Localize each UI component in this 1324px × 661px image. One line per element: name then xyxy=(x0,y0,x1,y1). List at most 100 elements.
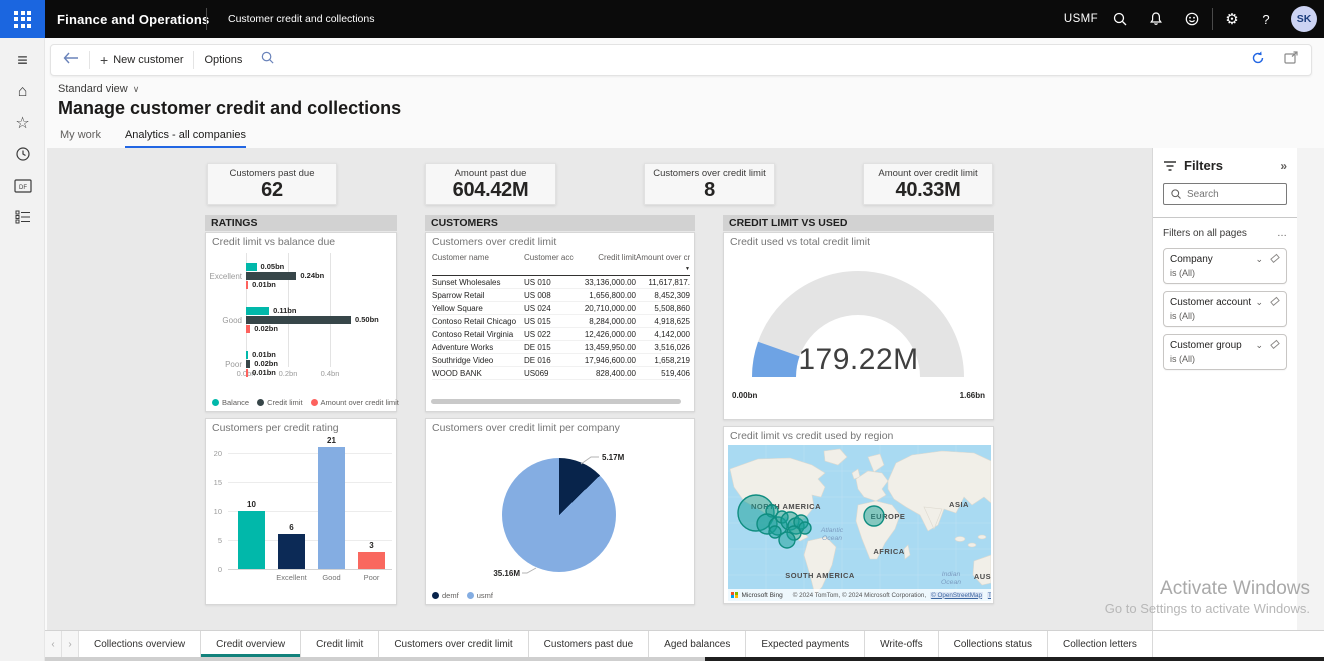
filter-card[interactable]: Company⌄is (All) xyxy=(1163,248,1287,284)
terms-link[interactable]: Terms xyxy=(987,592,991,599)
filter-card[interactable]: Customer group⌄is (All) xyxy=(1163,334,1287,370)
bar-segment[interactable] xyxy=(246,325,250,333)
report-page-tab[interactable]: Credit limit xyxy=(301,631,379,657)
sidebar-item-favorites[interactable]: ☆ xyxy=(0,109,45,137)
legend-label: Credit limit xyxy=(267,398,302,407)
options-button[interactable]: Options xyxy=(204,54,242,66)
column-header[interactable]: Credit limit xyxy=(574,253,636,274)
report-page-tab[interactable]: Credit overview xyxy=(201,631,301,657)
bar-segment[interactable] xyxy=(246,281,248,289)
report-page-tab[interactable]: Collection letters xyxy=(1048,631,1153,657)
section-header-customers: CUSTOMERS xyxy=(425,215,695,231)
report-page-tab[interactable]: Aged balances xyxy=(649,631,746,657)
bar[interactable] xyxy=(238,511,265,569)
tile-customers-per-credit-rating: Customers per credit rating 05101520106E… xyxy=(205,418,397,605)
bar-segment[interactable] xyxy=(246,307,269,315)
map-data-bubble[interactable] xyxy=(779,532,795,548)
bar[interactable] xyxy=(318,447,345,569)
map-data-bubble[interactable] xyxy=(799,522,811,534)
tabs-scroll-left-button[interactable]: ‹ xyxy=(45,631,62,657)
column-header[interactable]: Customer account xyxy=(524,253,574,274)
app-title[interactable]: Finance and Operations xyxy=(57,0,210,38)
chevron-down-icon[interactable]: ⌄ xyxy=(1255,297,1263,308)
sidebar-item-modules[interactable] xyxy=(0,203,45,231)
osm-link[interactable]: © OpenStreetMap xyxy=(930,592,983,599)
filter-card[interactable]: Customer account⌄is (All) xyxy=(1163,291,1287,327)
bar-value-label: 0.50bn xyxy=(355,315,379,324)
column-header[interactable]: Amount over credit limit▼ xyxy=(636,253,690,274)
legend-item[interactable]: Amount over credit limit xyxy=(311,398,399,407)
report-page-tab[interactable]: Expected payments xyxy=(746,631,865,657)
app-launcher-button[interactable] xyxy=(0,0,45,38)
bar-segment[interactable] xyxy=(246,351,248,359)
bar-segment[interactable] xyxy=(246,272,296,280)
table-row[interactable]: Sparrow RetailUS 0081,656,800.008,452,30… xyxy=(432,289,690,302)
notifications-button[interactable] xyxy=(1141,0,1171,38)
settings-button[interactable]: ⚙ xyxy=(1218,0,1246,38)
back-button[interactable] xyxy=(63,51,79,69)
filter-search-box[interactable] xyxy=(1163,183,1287,205)
bar-segment[interactable] xyxy=(246,316,351,324)
table-row[interactable]: Contoso Retail VirginiaUS 02212,426,000.… xyxy=(432,328,690,341)
company-picker[interactable]: USMF xyxy=(1058,0,1104,38)
feedback-button[interactable] xyxy=(1177,0,1207,38)
filter-search-input[interactable] xyxy=(1187,189,1275,200)
legend-dot xyxy=(212,399,219,406)
chevron-down-icon[interactable]: ⌄ xyxy=(1255,340,1263,351)
tab-analytics-all-companies[interactable]: Analytics - all companies xyxy=(125,129,246,148)
table-row[interactable]: Sunset WholesalesUS 01033,136,000.0011,6… xyxy=(432,276,690,289)
gauge-chart[interactable] xyxy=(724,233,993,409)
horizontal-scrollbar-track[interactable] xyxy=(45,657,1324,661)
view-selector[interactable]: Standard view ∨ xyxy=(58,83,139,95)
kpi-label: Amount past due xyxy=(426,168,555,179)
bar[interactable] xyxy=(358,552,385,569)
table-row[interactable]: WOOD BANKUS069828,400.00519,406 xyxy=(432,367,690,380)
more-options-icon[interactable]: … xyxy=(1277,228,1287,239)
star-icon: ☆ xyxy=(15,113,29,133)
refresh-button[interactable] xyxy=(1250,50,1266,71)
chart-legend: demf usmf xyxy=(432,591,493,600)
action-pane-search-button[interactable] xyxy=(260,50,275,70)
column-header[interactable]: Customer name xyxy=(432,253,524,274)
bing-map[interactable]: NORTH AMERICAEUROPEASIAAFRICASOUTH AMERI… xyxy=(728,445,991,601)
hamburger-menu-button[interactable]: ≡ xyxy=(0,46,45,74)
tabs-scroll-right-button[interactable]: › xyxy=(62,631,79,657)
sidebar-item-workspaces[interactable]: DF xyxy=(0,172,45,200)
report-page-tab[interactable]: Customers past due xyxy=(529,631,650,657)
eraser-clear-filter-icon[interactable] xyxy=(1269,339,1280,352)
table-row[interactable]: Southridge VideoDE 01617,946,600.001,658… xyxy=(432,354,690,367)
report-page-tab[interactable]: Collections status xyxy=(939,631,1048,657)
map-data-bubble[interactable] xyxy=(864,506,884,526)
bar[interactable] xyxy=(278,534,305,569)
bar-segment[interactable] xyxy=(246,369,248,377)
legend-item[interactable]: Balance xyxy=(212,398,249,407)
horizontal-scrollbar-thumb[interactable] xyxy=(705,657,1324,661)
horizontal-scrollbar[interactable] xyxy=(431,399,681,404)
collapse-pane-icon[interactable]: » xyxy=(1280,159,1287,173)
chevron-down-icon[interactable]: ⌄ xyxy=(1255,254,1263,265)
new-customer-button[interactable]: + New customer xyxy=(100,53,183,67)
bar-segment[interactable] xyxy=(246,360,250,368)
sidebar-item-home[interactable]: ⌂ xyxy=(0,78,45,106)
help-button[interactable]: ? xyxy=(1252,0,1280,38)
report-page-tab[interactable]: Collections overview xyxy=(79,631,201,657)
report-page-tab[interactable]: Customers over credit limit xyxy=(379,631,528,657)
account-avatar[interactable]: SK xyxy=(1289,0,1319,38)
eraser-clear-filter-icon[interactable] xyxy=(1269,296,1280,309)
search-button[interactable] xyxy=(1105,0,1135,38)
pie-chart[interactable] xyxy=(502,458,616,572)
sidebar-item-recent[interactable] xyxy=(0,140,45,168)
legend-item[interactable]: Credit limit xyxy=(257,398,302,407)
legend-item[interactable]: demf xyxy=(432,591,459,600)
table-row[interactable]: Contoso Retail ChicagoUS 0158,284,000.00… xyxy=(432,315,690,328)
table-row[interactable]: Yellow SquareUS 02420,710,000.005,508,86… xyxy=(432,302,690,315)
bar-segment[interactable] xyxy=(246,263,257,271)
report-page-tab[interactable]: Write-offs xyxy=(865,631,938,657)
table-row[interactable]: Adventure WorksDE 01513,459,950.003,516,… xyxy=(432,341,690,354)
table-cell: 1,656,800.00 xyxy=(574,289,636,301)
tab-my-work[interactable]: My work xyxy=(60,129,101,148)
eraser-clear-filter-icon[interactable] xyxy=(1269,253,1280,266)
axis-tick-label: 5 xyxy=(208,536,222,545)
open-in-new-window-button[interactable] xyxy=(1284,51,1299,69)
legend-item[interactable]: usmf xyxy=(467,591,493,600)
